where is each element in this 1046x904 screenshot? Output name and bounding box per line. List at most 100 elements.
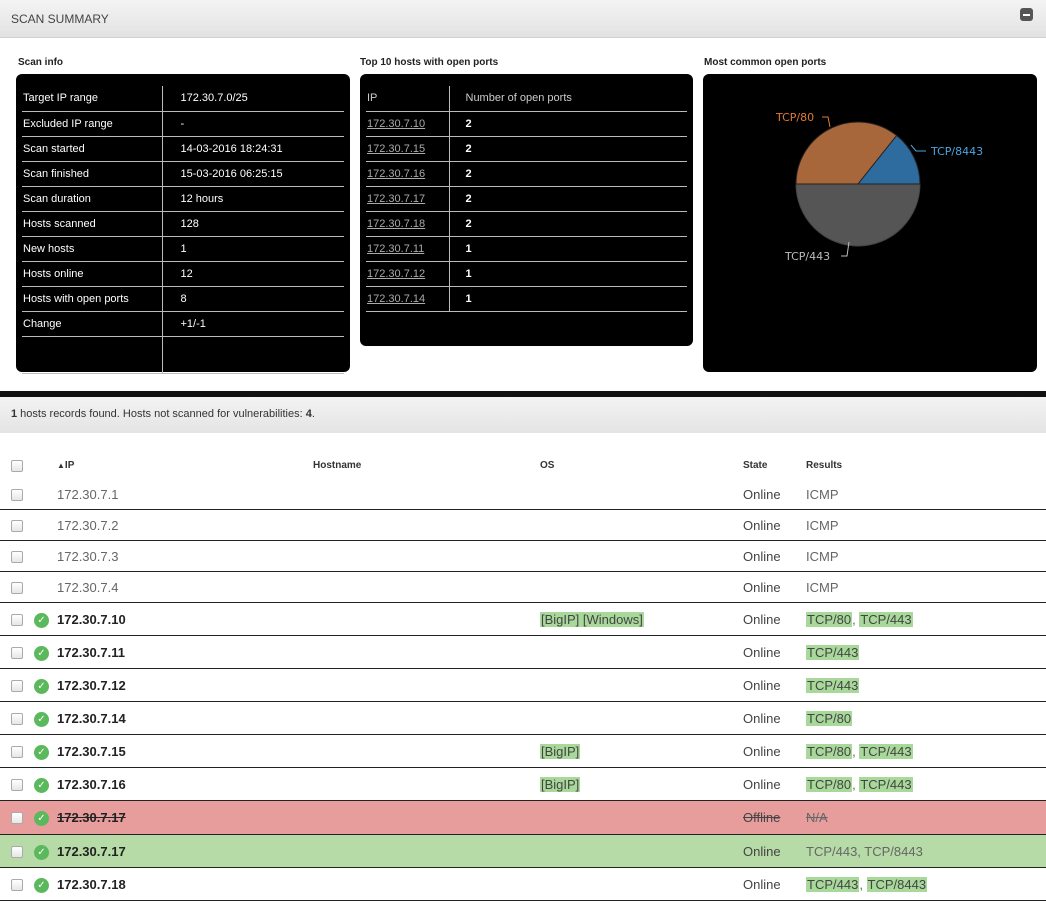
row-checkbox[interactable] [11, 582, 23, 594]
scan-info-row: Excluded IP range - [22, 111, 344, 137]
host-row[interactable]: 172.30.7.1 Online ICMP [0, 479, 1046, 510]
row-checkbox[interactable] [11, 879, 23, 891]
result-port-tag[interactable]: TCP/80 [806, 711, 853, 726]
pie-leader-line [910, 144, 926, 152]
top-host-ip-link[interactable]: 172.30.7.17 [367, 193, 425, 205]
row-checkbox[interactable] [11, 614, 23, 626]
scan-info-row: Scan finished 15-03-2016 06:25:15 [22, 161, 344, 187]
top-host-ip-link[interactable]: 172.30.7.18 [367, 218, 425, 230]
os-column-header[interactable]: OS [540, 460, 554, 471]
top-host-ip-link[interactable]: 172.30.7.16 [367, 168, 425, 180]
state-column-header[interactable]: State [743, 460, 767, 471]
row-checkbox[interactable] [11, 779, 23, 791]
pie-leader-line [822, 116, 831, 128]
host-row[interactable]: ✓ 172.30.7.17 Online TCP/443, TCP/8443 [0, 835, 1046, 868]
host-row[interactable]: ✓ 172.30.7.18 Online TCP/443, TCP/8443 [0, 868, 1046, 901]
pie-slice-tcp-443[interactable] [795, 183, 921, 247]
top-host-ip-link[interactable]: 172.30.7.11 [367, 243, 424, 255]
host-ip[interactable]: 172.30.7.18 [57, 877, 126, 892]
records-bar: 1 hosts records found. Hosts not scanned… [0, 397, 1046, 433]
hostname-column-header[interactable]: Hostname [313, 460, 361, 471]
host-state: Online [743, 612, 781, 627]
row-checkbox[interactable] [11, 713, 23, 725]
top-host-port-count: 2 [465, 192, 472, 205]
host-state: Online [743, 645, 781, 660]
result-port-tag[interactable]: TCP/443 [859, 744, 913, 759]
host-row[interactable]: ✓ 172.30.7.17 Offline N/A [0, 801, 1046, 835]
host-os-tag: [BigIP] [Windows] [540, 612, 644, 627]
top-hosts-header-row: IP Number of open ports [366, 86, 687, 112]
top-hosts-panel: IP Number of open ports 172.30.7.10 2 172.… [360, 74, 693, 346]
host-row[interactable]: 172.30.7.2 Online ICMP [0, 510, 1046, 541]
row-checkbox[interactable] [11, 520, 23, 532]
host-os: [BigIP] [540, 744, 581, 759]
top-host-ip-link[interactable]: 172.30.7.15 [367, 143, 425, 155]
host-ip[interactable]: 172.30.7.15 [57, 744, 126, 759]
scan-info-table: Target IP range 172.30.7.0/25 Excluded IP … [22, 86, 344, 374]
host-results: N/A [806, 810, 828, 825]
host-ip[interactable]: 172.30.7.12 [57, 678, 126, 693]
records-text-after: . [311, 408, 315, 420]
row-checkbox[interactable] [11, 812, 23, 824]
row-checkbox[interactable] [11, 746, 23, 758]
host-row[interactable]: 172.30.7.3 Online ICMP [0, 541, 1046, 572]
grid-header: ▲IP Hostname OS State Results [0, 455, 1046, 479]
scan-info-key: Scan finished [22, 161, 163, 187]
scan-info-key: New hosts [22, 236, 163, 262]
collapse-icon[interactable] [1020, 8, 1033, 21]
scan-info-key: Hosts scanned [22, 211, 163, 237]
scan-info-value: 12 hours [162, 186, 344, 212]
host-ip[interactable]: 172.30.7.2 [57, 518, 118, 533]
top-host-row: 172.30.7.18 2 [366, 211, 687, 237]
top-host-row: 172.30.7.15 2 [366, 136, 687, 162]
result-port-tag[interactable]: TCP/443 [859, 612, 913, 627]
result-port-tag[interactable]: TCP/443 [806, 678, 860, 693]
status-ok-icon: ✓ [34, 646, 49, 661]
top-host-count-cell: 1 [449, 286, 687, 312]
scan-info-value: 1 [162, 236, 344, 262]
host-ip[interactable]: 172.30.7.17 [57, 810, 126, 825]
host-row[interactable]: ✓ 172.30.7.12 Online TCP/443 [0, 669, 1046, 702]
ip-column-header[interactable]: ▲IP [57, 460, 74, 471]
host-ip[interactable]: 172.30.7.4 [57, 580, 118, 595]
host-ip[interactable]: 172.30.7.1 [57, 487, 118, 502]
scan-info-value: - [162, 111, 344, 137]
top-host-ip-link[interactable]: 172.30.7.14 [367, 293, 425, 305]
select-all-checkbox[interactable] [11, 460, 23, 472]
row-checkbox[interactable] [11, 846, 23, 858]
top-host-count-cell: 2 [449, 161, 687, 187]
host-ip[interactable]: 172.30.7.3 [57, 549, 118, 564]
top-host-port-count: 2 [465, 217, 472, 230]
status-ok-icon: ✓ [34, 811, 49, 826]
host-row[interactable]: ✓ 172.30.7.15 [BigIP] Online TCP/80, TCP/443 [0, 735, 1046, 768]
host-ip[interactable]: 172.30.7.17 [57, 844, 126, 859]
records-text-before: hosts records found. Hosts not scanned f… [17, 408, 306, 420]
top-host-ip-link[interactable]: 172.30.7.10 [367, 118, 425, 130]
host-ip[interactable]: 172.30.7.10 [57, 612, 126, 627]
results-column-header[interactable]: Results [806, 460, 842, 471]
result-port-tag[interactable]: TCP/443 [806, 877, 860, 892]
result-port-tag[interactable]: TCP/443 [806, 645, 860, 660]
row-checkbox[interactable] [11, 551, 23, 563]
row-checkbox[interactable] [11, 680, 23, 692]
result-port-tag[interactable]: TCP/80 [806, 744, 853, 759]
result-port-tag[interactable]: TCP/443 [859, 777, 913, 792]
host-row[interactable]: 172.30.7.4 Online ICMP [0, 572, 1046, 603]
host-ip[interactable]: 172.30.7.11 [57, 645, 125, 660]
top-host-count-cell: 2 [449, 136, 687, 162]
top-host-ip-link[interactable]: 172.30.7.12 [367, 268, 425, 280]
host-row[interactable]: ✓ 172.30.7.10 [BigIP] [Windows] Online TCP/8… [0, 603, 1046, 636]
host-row[interactable]: ✓ 172.30.7.16 [BigIP] Online TCP/80, TCP/443 [0, 768, 1046, 801]
top-host-ip-cell: 172.30.7.10 [366, 111, 450, 137]
row-checkbox[interactable] [11, 489, 23, 501]
row-checkbox[interactable] [11, 647, 23, 659]
result-port-tag[interactable]: TCP/80 [806, 777, 853, 792]
host-ip[interactable]: 172.30.7.14 [57, 711, 126, 726]
host-row[interactable]: ✓ 172.30.7.14 Online TCP/80 [0, 702, 1046, 735]
top-host-ip-cell: 172.30.7.16 [366, 161, 450, 187]
host-row[interactable]: ✓ 172.30.7.11 Online TCP/443 [0, 636, 1046, 669]
status-ok-icon: ✓ [34, 712, 49, 727]
result-port-tag[interactable]: TCP/8443 [866, 877, 928, 892]
host-ip[interactable]: 172.30.7.16 [57, 777, 126, 792]
result-port-tag[interactable]: TCP/80 [806, 612, 853, 627]
